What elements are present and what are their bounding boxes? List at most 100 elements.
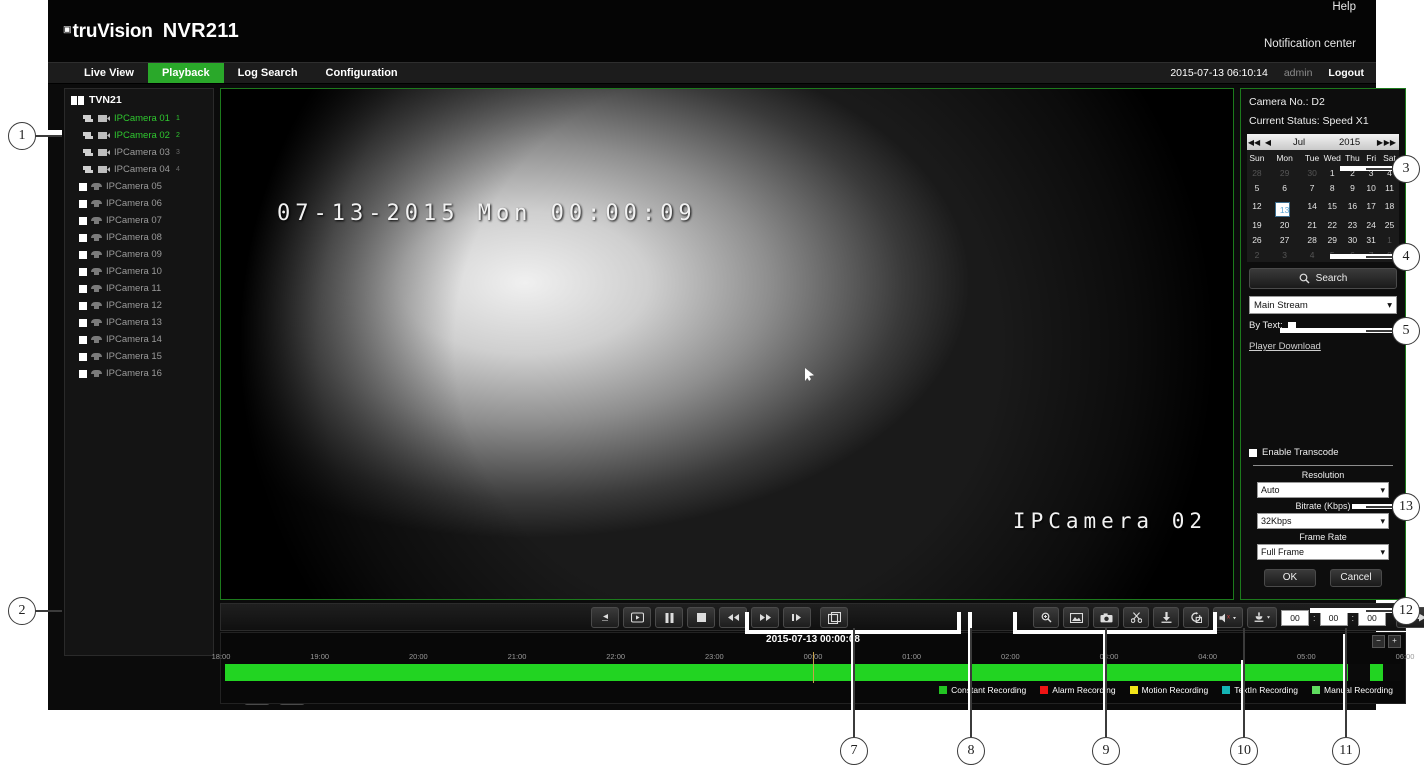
rewind-icon[interactable] [719,607,747,628]
calendar-day[interactable]: 29 [1267,165,1302,180]
calendar-day[interactable]: 23 [1343,217,1363,232]
calendar-day[interactable]: 17 [1362,195,1380,217]
tab-log-search[interactable]: Log Search [224,63,312,83]
camera-tree-item-6[interactable]: IPCamera 06 [65,195,213,212]
calendar-day[interactable]: 5 [1247,180,1267,195]
calendar-day[interactable]: 16 [1343,195,1363,217]
camera-checkbox[interactable] [79,301,87,310]
camera-checkbox[interactable] [79,250,87,259]
multi-playback-icon[interactable] [820,607,848,628]
bitrate-select[interactable]: 32Kbps ▾ [1257,513,1389,529]
timeline-zoom-out-button[interactable]: − [1372,635,1385,648]
notification-center-link[interactable]: Notification center [1264,38,1356,50]
calendar-day[interactable]: 19 [1247,217,1267,232]
timeline-playhead[interactable] [813,652,814,683]
camera-checkbox[interactable] [79,352,87,361]
resolution-select[interactable]: Auto ▾ [1257,482,1389,498]
logout-link[interactable]: Logout [1328,63,1364,83]
thumbnail-icon[interactable] [1063,607,1089,628]
calendar-day[interactable]: 21 [1302,217,1322,232]
camera-tree-item-7[interactable]: IPCamera 07 [65,212,213,229]
camera-checkbox[interactable] [79,199,87,208]
calendar-day[interactable]: 1 [1380,232,1399,247]
framerate-select[interactable]: Full Frame ▾ [1257,544,1389,560]
snapshot-icon[interactable] [1093,607,1119,628]
fast-forward-icon[interactable] [751,607,779,628]
transcode-cancel-button[interactable]: Cancel [1330,569,1382,587]
calendar-day[interactable]: 11 [1380,180,1399,195]
calendar-day[interactable]: 29 [1322,232,1343,247]
calendar-day[interactable]: 30 [1343,232,1363,247]
tab-playback[interactable]: Playback [147,63,224,83]
camera-tree-item-12[interactable]: IPCamera 12 [65,297,213,314]
calendar-day[interactable]: 22 [1322,217,1343,232]
camera-tree-item-15[interactable]: IPCamera 15 [65,348,213,365]
calendar-last-year-button[interactable]: ▶▶ [1384,138,1396,147]
camera-checkbox[interactable] [79,233,87,242]
calendar-day[interactable]: 6 [1267,180,1302,195]
calendar-day[interactable]: 4 [1302,247,1322,262]
camera-checkbox[interactable] [79,267,87,276]
calendar-day[interactable]: 24 [1362,217,1380,232]
tab-live-view[interactable]: Live View [70,63,148,83]
calendar-day-selected[interactable]: 13 [1274,202,1290,217]
clip-start-icon[interactable] [1123,607,1149,628]
calendar-day[interactable]: 2 [1247,247,1267,262]
calendar-first-year-button[interactable]: ◀◀ [1247,138,1261,147]
calendar-prev-month-button[interactable]: ◀ [1261,138,1275,147]
calendar-day[interactable]: 3 [1267,247,1302,262]
calendar-day[interactable]: 30 [1302,165,1322,180]
camera-checkbox[interactable] [79,182,87,191]
timeline-recording-segment[interactable] [1370,664,1384,681]
volume-icon[interactable] [1247,607,1277,628]
camera-tree-root[interactable]: TVN21 [65,89,213,110]
camera-tree-item-2[interactable]: IPCamera 02 2 [65,127,213,144]
camera-tree-item-3[interactable]: IPCamera 03 3 [65,144,213,161]
help-link[interactable]: Help [1332,1,1356,13]
calendar[interactable]: ◀◀ ◀ Jul 2015 ▶ ▶▶ Sun Mon Tue Wed Thu Fri Sat… [1247,134,1399,262]
calendar-day[interactable]: 10 [1362,180,1380,195]
digital-zoom-icon[interactable] [1033,607,1059,628]
calendar-day[interactable]: 15 [1322,195,1343,217]
stream-type-select[interactable]: Main Stream ▾ [1249,296,1397,314]
camera-checkbox[interactable] [79,284,87,293]
calendar-day[interactable]: 25 [1380,217,1399,232]
download-icon[interactable] [1153,607,1179,628]
camera-tree-item-13[interactable]: IPCamera 13 [65,314,213,331]
camera-checkbox[interactable] [79,369,87,378]
transcode-ok-button[interactable]: OK [1264,569,1316,587]
clip-save-icon[interactable] [1183,607,1209,628]
calendar-day[interactable]: 14 [1302,195,1322,217]
timeline[interactable]: 2015-07-13 00:00:08 18:00 19:00 20:00 21:00… [212,632,1414,704]
calendar-next-month-button[interactable]: ▶ [1377,138,1383,147]
player-download-link[interactable]: Player Download [1249,341,1405,352]
timeline-zoom-in-button[interactable]: + [1388,635,1401,648]
camera-tree-item-9[interactable]: IPCamera 09 [65,246,213,263]
camera-tree-item-11[interactable]: IPCamera 11 [65,280,213,297]
camera-checkbox[interactable] [79,318,87,327]
reverse-play-icon[interactable] [591,607,619,628]
camera-tree-item-16[interactable]: IPCamera 16 [65,365,213,382]
calendar-day[interactable]: 18 [1380,195,1399,217]
camera-tree-item-5[interactable]: IPCamera 05 [65,178,213,195]
camera-checkbox[interactable] [79,216,87,225]
search-button[interactable]: Search [1249,268,1397,289]
timeline-recording-segment[interactable] [225,664,1349,681]
time-hours-input[interactable]: 00 [1281,609,1309,626]
camera-checkbox[interactable] [79,335,87,344]
play-icon[interactable] [623,607,651,628]
camera-tree-item-1[interactable]: IPCamera 01 1 [65,110,213,127]
calendar-day[interactable]: 26 [1247,232,1267,247]
single-frame-icon[interactable] [783,607,811,628]
calendar-body[interactable]: 28 29 30 1 2 3 4 5 6 7 8 9 10 11 12 13 14 15 16 17 18 19 20 21 2… [1247,165,1399,262]
calendar-day[interactable]: 28 [1247,165,1267,180]
enable-transcode-checkbox[interactable] [1249,448,1257,457]
calendar-day[interactable]: 12 [1247,195,1267,217]
stop-icon[interactable] [687,607,715,628]
camera-tree-item-4[interactable]: IPCamera 04 4 [65,161,213,178]
calendar-day[interactable]: 9 [1343,180,1363,195]
camera-tree-item-10[interactable]: IPCamera 10 [65,263,213,280]
tab-configuration[interactable]: Configuration [312,63,412,83]
pause-icon[interactable] [655,607,683,628]
calendar-day[interactable]: 28 [1302,232,1322,247]
